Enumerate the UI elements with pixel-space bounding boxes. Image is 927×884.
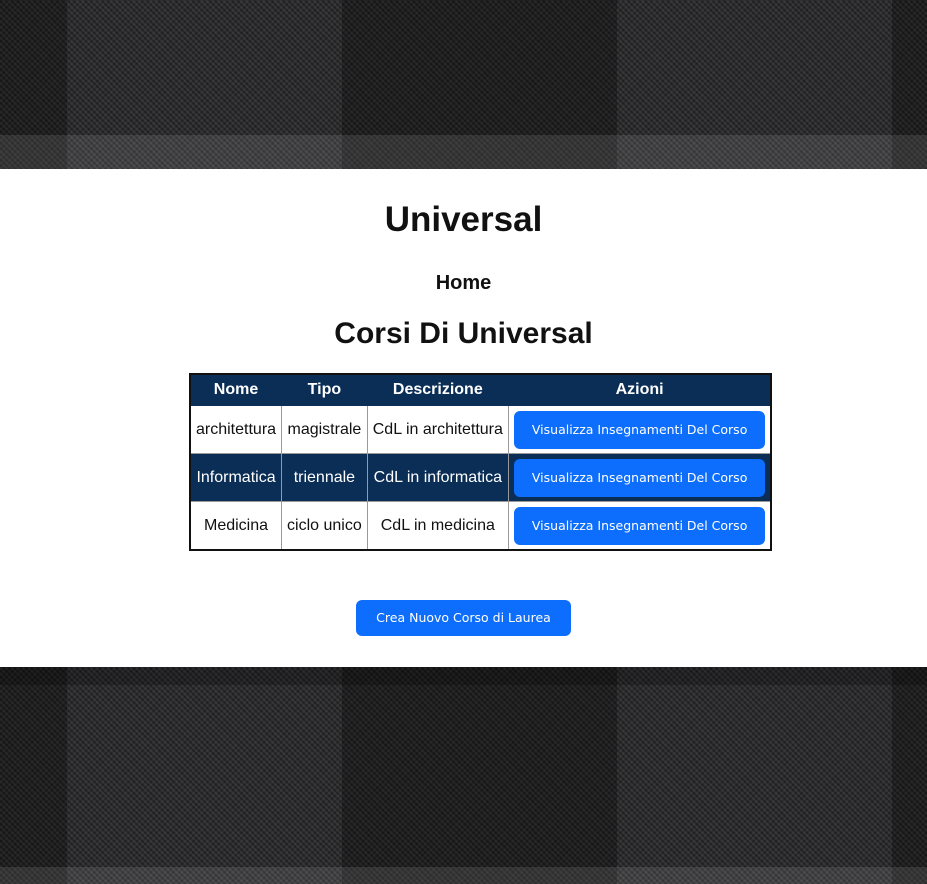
- view-courses-button[interactable]: Visualizza Insegnamenti Del Corso: [513, 458, 766, 497]
- cell-nome: architettura: [189, 405, 283, 454]
- table-row: Informatica triennale CdL in informatica…: [189, 453, 772, 502]
- view-courses-button[interactable]: Visualizza Insegnamenti Del Corso: [513, 506, 766, 545]
- cell-descrizione: CdL in informatica: [366, 453, 509, 502]
- footer-banner: [0, 667, 927, 884]
- table-row: architettura magistrale CdL in architett…: [189, 405, 772, 454]
- cell-tipo: ciclo unico: [281, 501, 368, 551]
- cell-tipo: magistrale: [281, 405, 368, 454]
- column-header-azioni: Azioni: [507, 373, 772, 406]
- create-course-button[interactable]: Crea Nuovo Corso di Laurea: [356, 600, 571, 636]
- cell-nome: Informatica: [189, 453, 283, 502]
- courses-table: Nome Tipo Descrizione Azioni architettur…: [189, 373, 773, 551]
- header-banner: [0, 0, 927, 169]
- view-courses-button[interactable]: Visualizza Insegnamenti Del Corso: [513, 410, 766, 449]
- cell-descrizione: CdL in architettura: [366, 405, 509, 454]
- cell-azioni: Visualizza Insegnamenti Del Corso: [507, 501, 772, 551]
- cell-descrizione: CdL in medicina: [366, 501, 509, 551]
- cell-tipo: triennale: [281, 453, 368, 502]
- table-row: Medicina ciclo unico CdL in medicina Vis…: [189, 501, 772, 551]
- cell-azioni: Visualizza Insegnamenti Del Corso: [507, 453, 772, 502]
- nav-bar: Home: [0, 270, 927, 296]
- create-button-container: Crea Nuovo Corso di Laurea: [0, 600, 927, 636]
- cell-azioni: Visualizza Insegnamenti Del Corso: [507, 405, 772, 454]
- site-title: Universal: [384, 200, 543, 239]
- cell-nome: Medicina: [189, 501, 283, 551]
- page-title: Corsi Di Universal: [334, 317, 593, 350]
- column-header-nome: Nome: [189, 373, 283, 406]
- column-header-tipo: Tipo: [281, 373, 368, 406]
- home-link[interactable]: Home: [436, 272, 492, 294]
- column-header-descrizione: Descrizione: [366, 373, 509, 406]
- table-header-row: Nome Tipo Descrizione Azioni: [189, 373, 772, 406]
